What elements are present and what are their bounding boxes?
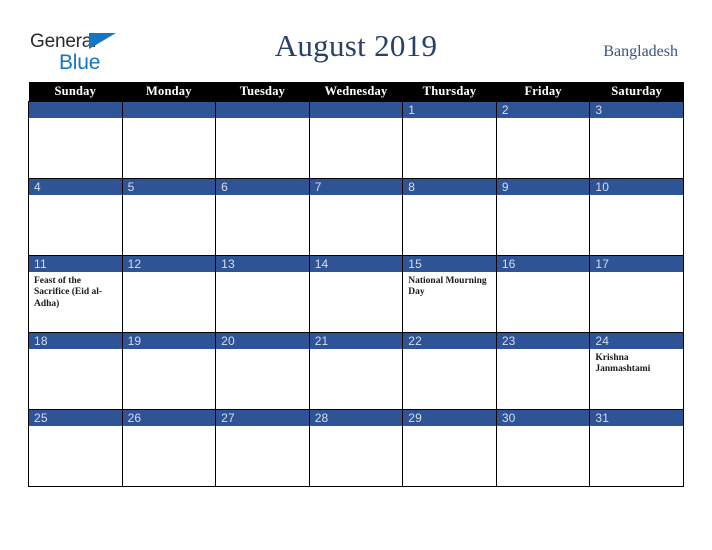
day-number: 13 (216, 255, 309, 272)
calendar-week-row: 4 5 6 7 8 9 10 (28, 177, 684, 256)
day-number: 22 (403, 332, 496, 349)
calendar-empty-cell (28, 100, 123, 179)
calendar-empty-cell (121, 100, 217, 179)
calendar-week-row: 25 26 27 28 29 30 31 (28, 408, 684, 487)
calendar-day-cell[interactable]: 14 (308, 254, 404, 333)
day-number (122, 101, 216, 118)
holiday-event-label: Krishna Janmashtami (595, 352, 651, 375)
day-number: 26 (122, 409, 216, 426)
day-number: 15 (403, 255, 496, 272)
weekday-header-sunday: Sunday (28, 82, 123, 101)
calendar-day-cell[interactable]: 28 (308, 408, 404, 487)
calendar-day-cell[interactable]: 19 (121, 331, 217, 410)
calendar-day-cell[interactable]: 22 (402, 331, 497, 410)
day-number: 11 (29, 255, 122, 272)
day-number: 6 (216, 178, 309, 195)
calendar-grid: Sunday Monday Tuesday Wednesday Thursday… (28, 82, 684, 487)
calendar-day-cell[interactable]: 17 (589, 254, 684, 333)
calendar-page: General Blue August 2019 Bangladesh Sund… (0, 0, 712, 550)
calendar-day-cell[interactable]: 11 Feast of the Sacrifice (Eid al-Adha) (28, 254, 123, 333)
calendar-day-cell[interactable]: 31 (589, 408, 684, 487)
calendar-week-row: 18 19 20 21 22 23 24 Krishna Janmashtami (28, 331, 684, 410)
calendar-day-cell[interactable]: 25 (28, 408, 123, 487)
calendar-day-cell[interactable]: 12 (121, 254, 217, 333)
calendar-day-cell[interactable]: 9 (495, 177, 591, 256)
calendar-empty-cell (215, 100, 310, 179)
calendar-day-cell[interactable]: 16 (495, 254, 591, 333)
day-number: 25 (29, 409, 122, 426)
day-number: 14 (309, 255, 403, 272)
calendar-header-row: Sunday Monday Tuesday Wednesday Thursday… (28, 82, 684, 101)
calendar-day-cell[interactable]: 3 (589, 100, 684, 179)
day-number (29, 101, 122, 118)
weekday-header-tuesday: Tuesday (215, 82, 310, 101)
day-number: 3 (590, 101, 683, 118)
calendar-day-cell[interactable]: 21 (308, 331, 404, 410)
calendar-day-cell[interactable]: 27 (215, 408, 310, 487)
calendar-day-cell[interactable]: 30 (495, 408, 591, 487)
calendar-day-cell[interactable]: 29 (402, 408, 497, 487)
day-number: 4 (29, 178, 122, 195)
day-number: 17 (590, 255, 683, 272)
calendar-empty-cell (308, 100, 404, 179)
calendar-day-cell[interactable]: 8 (402, 177, 497, 256)
calendar-day-cell[interactable]: 4 (28, 177, 123, 256)
calendar-day-cell[interactable]: 15 National Mourning Day (402, 254, 497, 333)
day-number (309, 101, 403, 118)
day-number: 27 (216, 409, 309, 426)
calendar-week-row: 123 (28, 100, 684, 179)
calendar-day-cell[interactable]: 1 (402, 100, 497, 179)
day-events: National Mourning Day (403, 272, 496, 299)
day-number (216, 101, 309, 118)
day-number: 12 (122, 255, 216, 272)
calendar-day-cell[interactable]: 5 (121, 177, 217, 256)
weekday-header-saturday: Saturday (589, 82, 684, 101)
day-number: 31 (590, 409, 683, 426)
day-number: 10 (590, 178, 683, 195)
day-events: Krishna Janmashtami (590, 349, 683, 376)
calendar-day-cell[interactable]: 2 (495, 100, 591, 179)
weekday-header-wednesday: Wednesday (309, 82, 403, 101)
weekday-header-row: Sunday Monday Tuesday Wednesday Thursday… (28, 82, 684, 101)
calendar-day-cell[interactable]: 18 (28, 331, 123, 410)
calendar-day-cell[interactable]: 13 (215, 254, 310, 333)
day-number: 30 (496, 409, 590, 426)
day-number: 21 (309, 332, 403, 349)
weekday-header-thursday: Thursday (402, 82, 497, 101)
weekday-header-monday: Monday (122, 82, 216, 101)
day-number: 24 (590, 332, 683, 349)
calendar-day-cell[interactable]: 10 (589, 177, 684, 256)
day-number: 9 (496, 178, 590, 195)
day-number: 18 (29, 332, 122, 349)
day-number: 8 (403, 178, 496, 195)
calendar-day-cell[interactable]: 7 (308, 177, 404, 256)
day-number: 23 (496, 332, 590, 349)
calendar-day-cell[interactable]: 26 (121, 408, 217, 487)
day-number: 1 (403, 101, 496, 118)
day-number: 7 (309, 178, 403, 195)
page-header: General Blue August 2019 Bangladesh (0, 0, 712, 82)
holiday-event-label: National Mourning Day (408, 275, 487, 298)
day-number: 5 (122, 178, 216, 195)
day-number: 16 (496, 255, 590, 272)
calendar-body: 1 2 3 4 5 6 7 8 9 10 11 Feast of the Sacrifice (Eid… (28, 100, 684, 487)
calendar-day-cell[interactable]: 23 (495, 331, 591, 410)
day-number: 28 (309, 409, 403, 426)
day-events: Feast of the Sacrifice (Eid al-Adha) (29, 272, 122, 311)
country-label: Bangladesh (603, 43, 678, 60)
calendar-week-row: 11 Feast of the Sacrifice (Eid al-Adha) 12… (28, 254, 684, 333)
calendar-day-cell[interactable]: 20 (215, 331, 310, 410)
day-number: 19 (122, 332, 216, 349)
calendar-day-cell[interactable]: 24 Krishna Janmashtami (589, 331, 684, 410)
day-number: 20 (216, 332, 309, 349)
day-number: 29 (403, 409, 496, 426)
holiday-event-label: Feast of the Sacrifice (Eid al-Adha) (34, 275, 103, 309)
day-number: 2 (496, 101, 590, 118)
weekday-header-friday: Friday (496, 82, 590, 101)
calendar-day-cell[interactable]: 6 (215, 177, 310, 256)
